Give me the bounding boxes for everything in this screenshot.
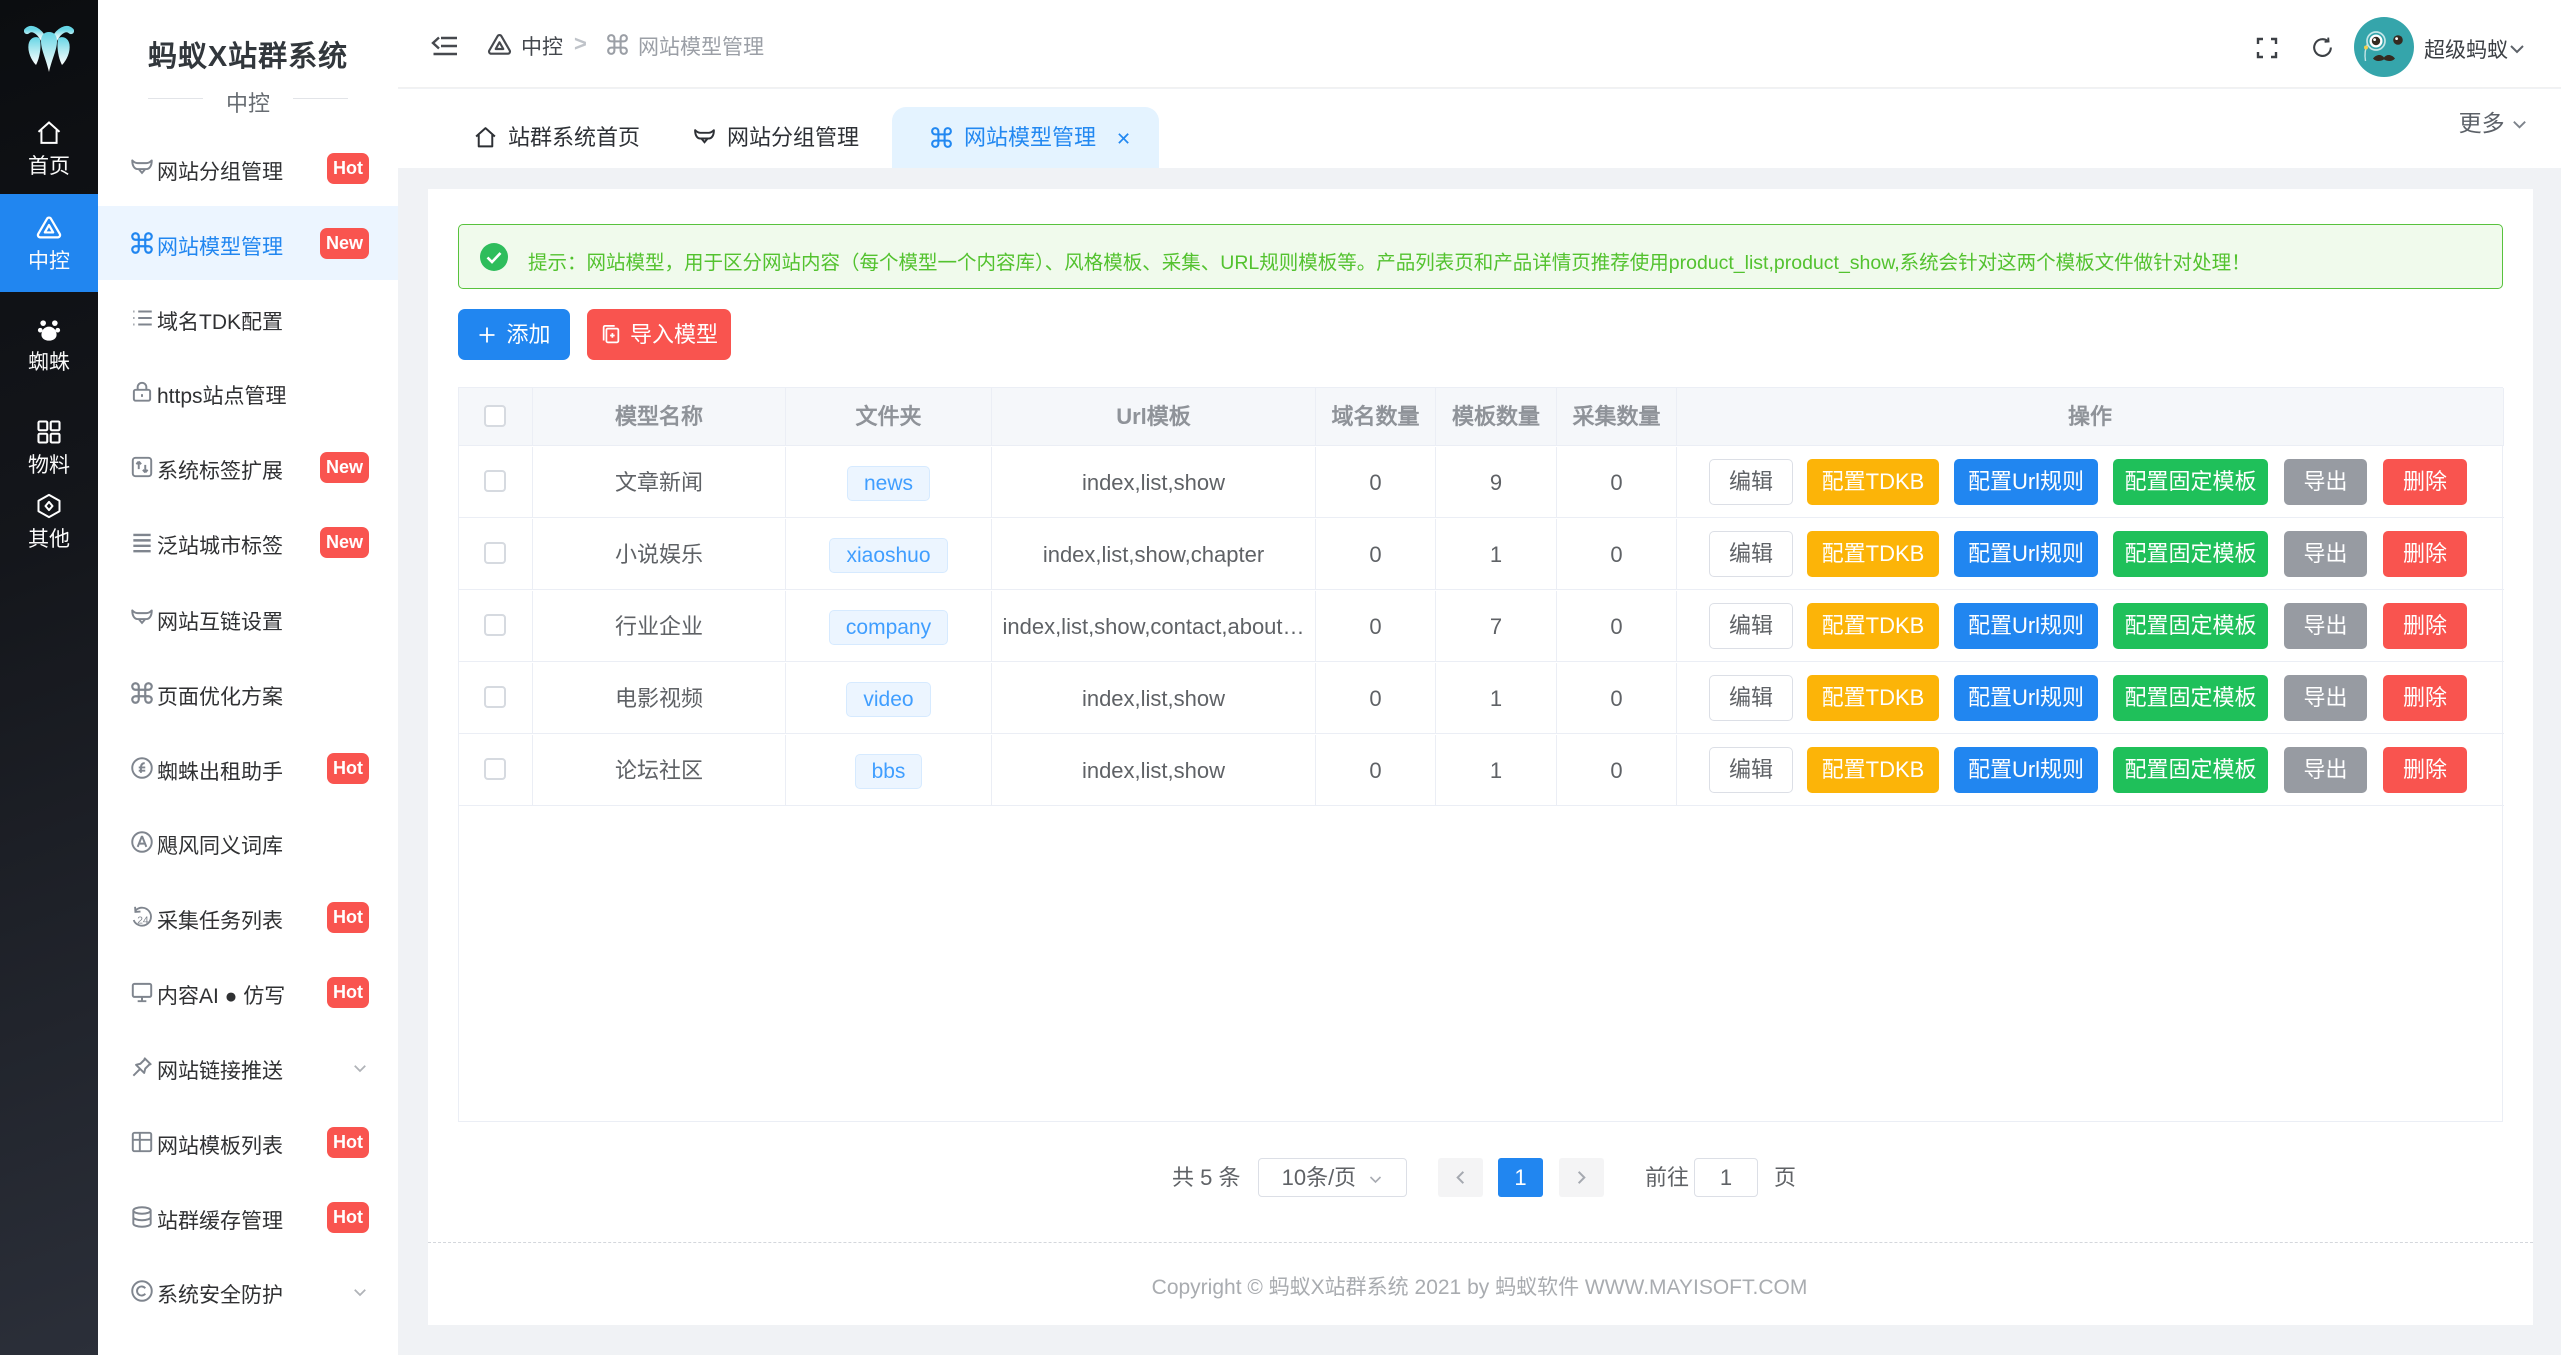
svg-text:24: 24 bbox=[137, 916, 149, 927]
